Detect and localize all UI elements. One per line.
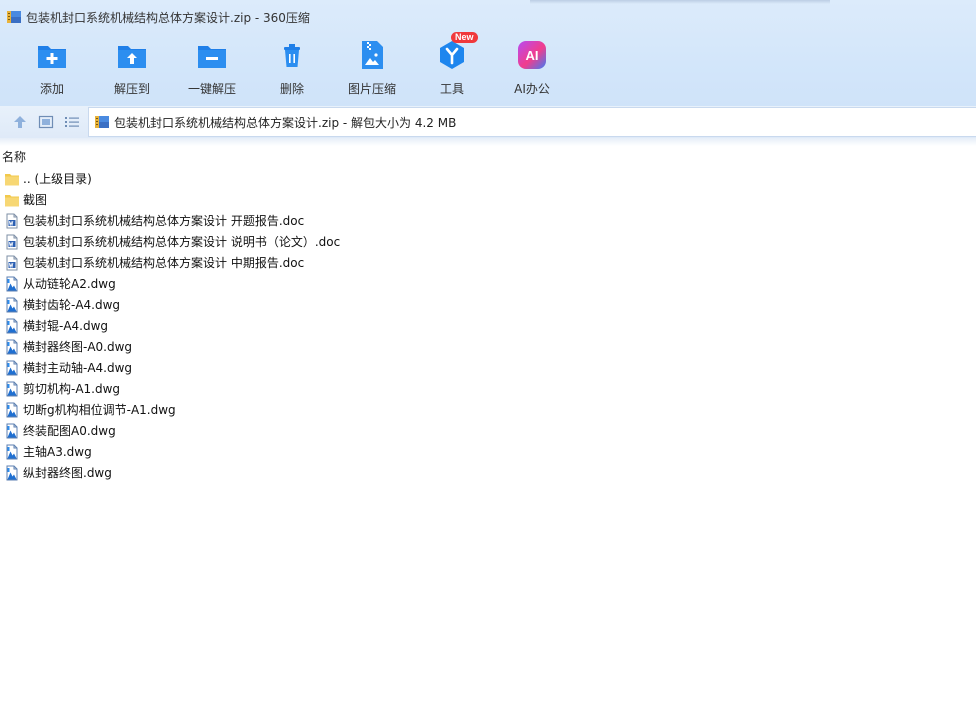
list-view-icon[interactable] [64,114,80,130]
image-compress-icon [362,41,383,69]
add-folder-icon [38,46,66,68]
file-row[interactable]: 横封齿轮-A4.dwg [4,294,340,315]
file-name: 横封主动轴-A4.dwg [23,361,133,375]
tools-label: 工具 [439,82,464,96]
extract-to-button[interactable]: 解压到 [92,38,172,97]
folder-icon [4,171,20,187]
file-name: 横封辊-A4.dwg [23,319,109,333]
dwg-file-icon [4,339,20,355]
ai-office-label: AI办公 [514,82,550,96]
dwg-file-icon [4,297,20,313]
title-toolbar-area: 包装机封口系统机械结构总体方案设计.zip - 360压缩 添加 解压到 一键解… [0,0,976,106]
file-row[interactable]: 横封器终图-A0.dwg [4,336,340,357]
delete-label: 删除 [279,82,304,96]
one-click-extract-button[interactable]: 一键解压 [172,38,252,97]
file-row[interactable]: 包装机封口系统机械结构总体方案设计 说明书（论文）.doc [4,231,340,252]
tools-icon [440,41,464,69]
file-row[interactable]: 横封主动轴-A4.dwg [4,357,340,378]
file-name: 包装机封口系统机械结构总体方案设计 说明书（论文）.doc [23,235,341,249]
dwg-file-icon [4,318,20,334]
dwg-file-icon [4,423,20,439]
add-button[interactable]: 添加 [12,38,92,97]
file-name: 包装机封口系统机械结构总体方案设计 中期报告.doc [23,256,305,270]
address-text: 包装机封口系统机械结构总体方案设计.zip - 解包大小为 4.2 MB [114,115,457,130]
word-doc-icon [4,213,20,229]
dwg-file-icon [4,381,20,397]
window-title-bar: 包装机封口系统机械结构总体方案设计.zip - 360压缩 [6,8,310,26]
zip-archive-icon [95,116,109,128]
dwg-file-icon [4,402,20,418]
extract-to-label: 解压到 [113,82,150,96]
new-badge: New [451,32,478,43]
dwg-file-icon [4,276,20,292]
file-rows: .. (上级目录) 截图包装机封口系统机械结构总体方案设计 开题报告.doc 包装机… [4,168,340,483]
file-name: 从动链轮A2.dwg [23,277,116,291]
file-name: 终装配图A0.dwg [23,424,116,438]
file-row[interactable]: 纵封器终图.dwg [4,462,340,483]
image-compress-button[interactable]: 图片压缩 [332,38,412,97]
file-row[interactable]: 剪切机构-A1.dwg [4,378,340,399]
folder-icon [4,192,20,208]
delete-button[interactable]: 删除 [252,38,332,97]
one-click-extract-icon [198,46,226,68]
file-name: 截图 [23,193,48,207]
dwg-file-icon [4,465,20,481]
file-name: 横封齿轮-A4.dwg [23,298,121,312]
file-row[interactable]: 横封辊-A4.dwg [4,315,340,336]
tools-icon-wrap: New [435,32,478,72]
ai-icon-text: AI [525,47,539,63]
file-name: 包装机封口系统机械结构总体方案设计 开题报告.doc [23,214,305,228]
word-doc-icon [4,255,20,271]
file-row[interactable]: 终装配图A0.dwg [4,420,340,441]
address-row: 包装机封口系统机械结构总体方案设计.zip - 解包大小为 4.2 MB [0,106,976,138]
file-row[interactable]: .. (上级目录) [4,168,340,189]
add-label: 添加 [39,82,64,96]
tools-button[interactable]: New 工具 [412,32,492,97]
ai-office-icon: AI [518,41,546,69]
file-name: 切断g机构相位调节-A1.dwg [23,403,176,417]
window-shadow [530,0,830,4]
dwg-file-icon [4,360,20,376]
trash-icon [284,44,300,67]
address-bar[interactable]: 包装机封口系统机械结构总体方案设计.zip - 解包大小为 4.2 MB [88,107,976,137]
file-name: 横封器终图-A0.dwg [23,340,133,354]
file-row[interactable]: 切断g机构相位调节-A1.dwg [4,399,340,420]
file-row[interactable]: 从动链轮A2.dwg [4,273,340,294]
file-row[interactable]: 主轴A3.dwg [4,441,340,462]
file-row[interactable]: 包装机封口系统机械结构总体方案设计 中期报告.doc [4,252,340,273]
file-name: 剪切机构-A1.dwg [23,382,121,396]
word-doc-icon [4,234,20,250]
file-name: 纵封器终图.dwg [23,466,112,480]
file-list: 名称 .. (上级目录) 截图包装机封口系统机械结构总体方案设计 开题报告.doc… [0,138,976,702]
column-header-name[interactable]: 名称 [2,148,26,165]
extract-folder-icon [118,46,146,68]
up-arrow-icon[interactable] [12,114,28,130]
file-row[interactable]: 包装机封口系统机械结构总体方案设计 开题报告.doc [4,210,340,231]
zip-archive-icon [7,11,21,23]
one-click-extract-label: 一键解压 [187,82,236,96]
image-compress-label: 图片压缩 [347,82,396,96]
file-row[interactable]: 截图 [4,189,340,210]
thumbnail-view-icon[interactable] [38,114,54,130]
ai-office-button[interactable]: AI AI办公 [492,38,572,97]
file-name: .. (上级目录) [23,172,92,186]
file-name: 主轴A3.dwg [23,445,92,459]
window-title: 包装机封口系统机械结构总体方案设计.zip - 360压缩 [26,10,310,25]
list-header-fade [0,138,976,146]
dwg-file-icon [4,444,20,460]
